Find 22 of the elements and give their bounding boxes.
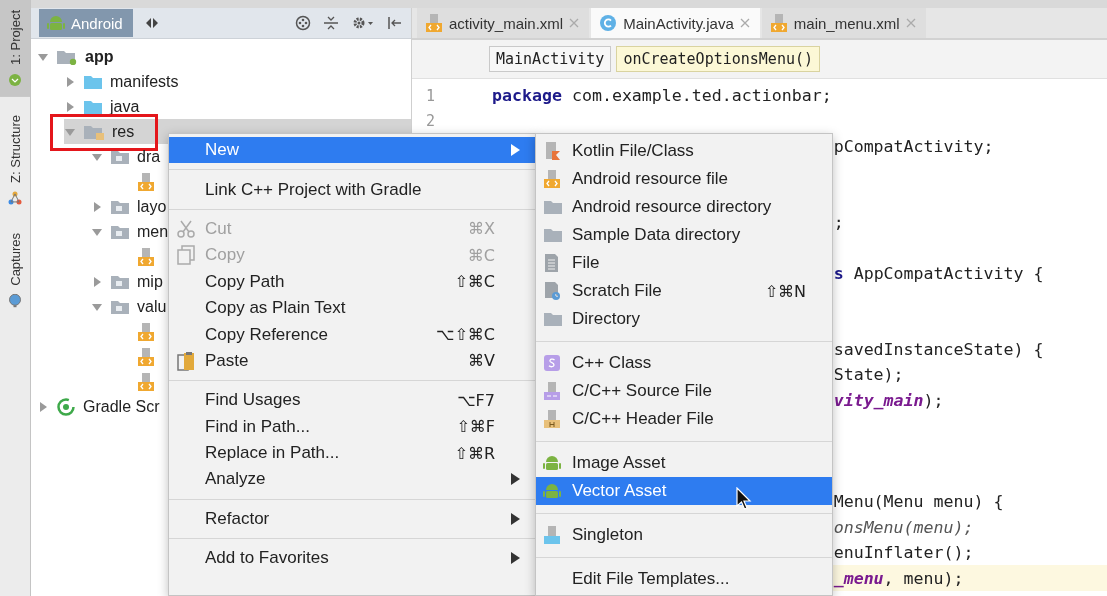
code-line: onsMenu(menu); [833,517,974,537]
code-line: savedInstanceState) { [833,340,1044,360]
code-line: ; [833,213,844,233]
code-line: s AppCompatActivity { [833,263,1044,283]
code-line: State); [833,365,904,385]
keyboard-shortcut: ⇧⌘C [454,272,495,292]
code-line: Menu(Menu menu) { [833,492,1004,512]
line-number: 1 [426,86,436,105]
code-line: vity_main); [833,390,944,410]
line-number: 2 [426,112,436,131]
keyboard-shortcut: ⇧⌘R [454,443,495,463]
keyboard-shortcut: ⌘X [468,219,495,239]
keyboard-shortcut: ⇧⌘F [456,417,495,437]
keyboard-shortcut: ⌘C [467,245,495,265]
code-line: pCompatActivity; [833,136,994,156]
code-line: enuInflater(); [833,543,974,563]
keyboard-shortcut: ⇧⌘N [764,281,806,301]
keyboard-shortcut: ⌥⇧⌘C [436,325,495,345]
keyboard-shortcut: ⌘V [468,351,495,371]
code-line: _menu, menu); [833,568,964,588]
code-line: package com.example.ted.actionbar; [492,86,832,106]
keyboard-shortcut: ⌥F7 [457,390,495,410]
